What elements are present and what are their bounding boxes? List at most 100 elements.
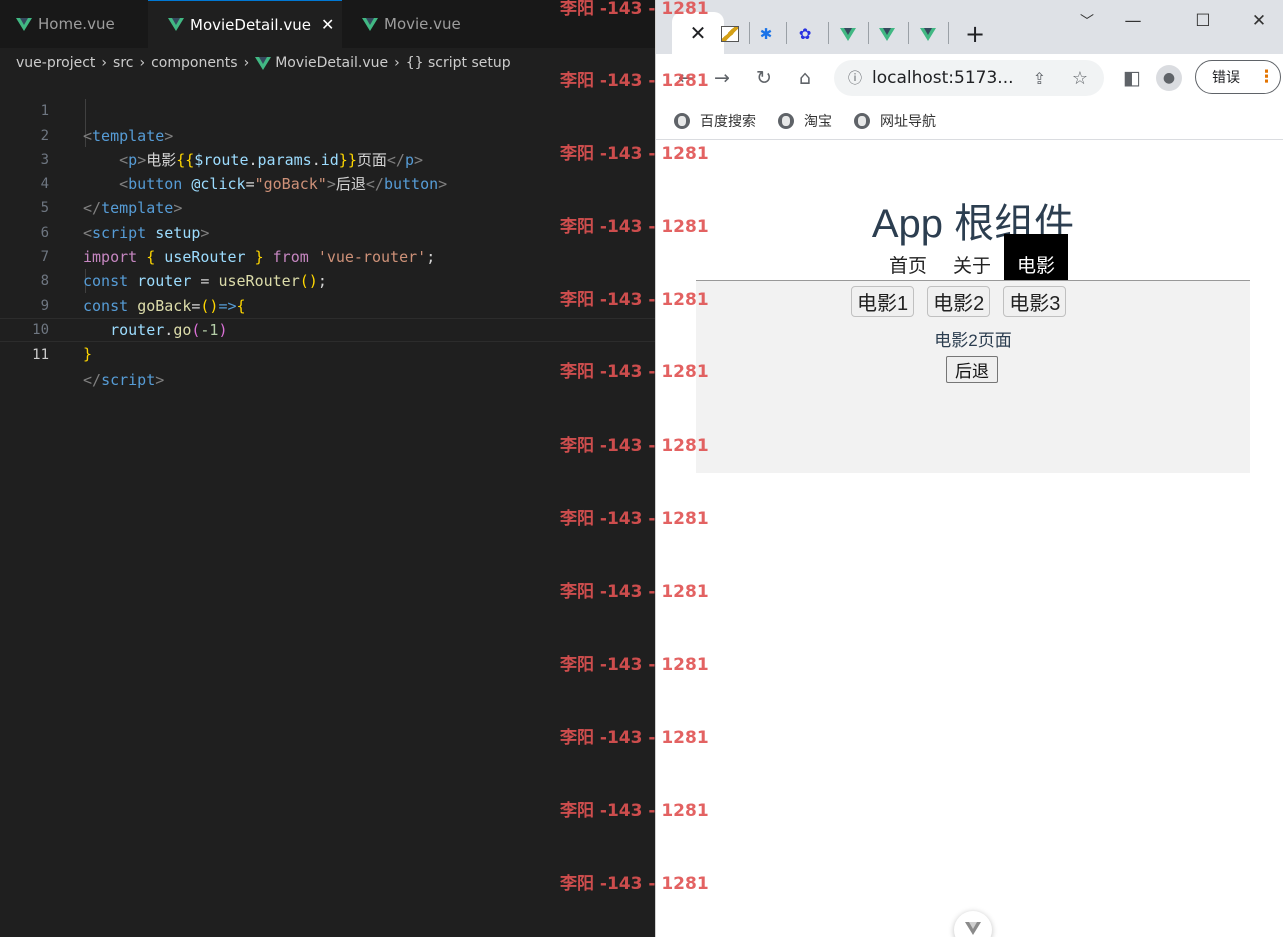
minimize-button[interactable]: —	[1118, 6, 1148, 36]
vue-favicon-icon	[840, 27, 856, 41]
tab-separator	[948, 22, 949, 44]
breadcrumb-item[interactable]: src	[113, 55, 133, 71]
bookmarks-bar: 百度搜索 淘宝 网址导航	[656, 102, 1283, 140]
breadcrumb-item[interactable]: components	[151, 55, 238, 71]
editor-tab-bar: Home.vue MovieDetail.vue ✕ Movie.vue	[0, 0, 655, 48]
code-line: 8 const goBack=()=>{	[0, 245, 655, 314]
editor-tab-label: Home.vue	[38, 15, 115, 33]
vue-devtools-icon	[965, 922, 981, 935]
code-line-current: 11 </script>	[0, 317, 655, 389]
tab-separator	[749, 22, 750, 44]
chevron-right-icon: ›	[101, 55, 108, 71]
side-panel-icon[interactable]: ◧	[1118, 64, 1146, 92]
browser-tab[interactable]	[916, 22, 940, 46]
bookmark-label: 百度搜索	[700, 113, 756, 130]
editor-tab-label: MovieDetail.vue	[190, 15, 311, 34]
vue-devtools-toggle[interactable]	[954, 911, 992, 937]
tab-search-dropdown-icon[interactable]: ﹀	[1072, 6, 1102, 36]
editor-tab-moviedetail[interactable]: MovieDetail.vue ✕	[148, 0, 342, 48]
code-line: 2 <p>电影{{$route.params.id}}页面</p>	[0, 99, 655, 169]
code-line: 9 router.go(-1)	[0, 269, 655, 339]
code-line: 5 <script setup>	[0, 172, 655, 241]
vue-file-icon	[168, 18, 184, 31]
nav-link-about[interactable]: 关于	[940, 250, 1004, 282]
code-line: 1 <template>	[0, 75, 655, 144]
error-chip-label: 错误	[1212, 70, 1240, 86]
code-line: 7 const router = useRouter();	[0, 221, 655, 290]
more-menu-icon[interactable]: ⋮	[1258, 67, 1275, 87]
code-line: 3 <button @click="goBack">后退</button>	[0, 124, 655, 193]
back-arrow-icon[interactable]: ←	[672, 64, 700, 92]
vue-favicon-icon	[879, 27, 895, 41]
breadcrumb-item[interactable]: vue-project	[16, 55, 95, 71]
nav-link-movie[interactable]: 电影	[1004, 234, 1069, 282]
error-chip[interactable]: 错误 ⋮	[1195, 60, 1281, 94]
url-text: localhost:5173...	[872, 68, 1014, 88]
router-view-content: 电影1 电影2 电影3 电影2页面 后退	[696, 280, 1250, 473]
close-window-button[interactable]: ✕	[1244, 6, 1274, 36]
tab-separator	[868, 22, 869, 44]
vue-file-icon	[362, 17, 378, 31]
line-number: 11	[32, 347, 49, 364]
nav-link-home[interactable]: 首页	[876, 250, 940, 282]
movie-links: 电影1 电影2 电影3	[851, 286, 1079, 317]
browser-tab[interactable]	[836, 22, 860, 46]
vue-favicon-icon	[920, 27, 936, 41]
code-editor: Home.vue MovieDetail.vue ✕ Movie.vue vue…	[0, 0, 655, 937]
browser-tab[interactable]	[718, 22, 742, 46]
chevron-right-icon: ›	[243, 55, 250, 71]
forward-arrow-icon[interactable]: →	[708, 64, 736, 92]
address-bar[interactable]: ⓘ localhost:5173... ⇪ ☆	[834, 60, 1104, 96]
code-line: 10 }	[0, 294, 655, 363]
globe-icon	[674, 112, 690, 129]
globe-icon	[854, 112, 870, 129]
baidu-paw-favicon-icon: ✿	[798, 25, 812, 43]
chevron-right-icon: ›	[394, 55, 400, 71]
bookmark-label: 网址导航	[880, 113, 936, 130]
editor-tab-label: Movie.vue	[384, 15, 461, 33]
reload-icon[interactable]: ↻	[750, 64, 778, 92]
tab-separator	[786, 22, 787, 44]
breadcrumb-item[interactable]: MovieDetail.vue	[275, 55, 388, 71]
profile-avatar-icon[interactable]: ●	[1156, 65, 1182, 91]
editor-tab-home[interactable]: Home.vue	[16, 0, 146, 48]
movie-detail-text: 电影2页面	[934, 331, 1012, 350]
movie-link-2[interactable]: 电影2	[927, 286, 991, 317]
go-back-button[interactable]: 后退	[946, 356, 998, 383]
code-line: 6 import { useRouter } from 'vue-router'…	[0, 196, 655, 266]
bookmark-item[interactable]: 百度搜索	[674, 111, 756, 131]
main-nav: 首页 关于 电影	[876, 234, 1069, 282]
close-tab-icon[interactable]: ✕	[690, 21, 707, 45]
share-icon[interactable]: ⇪	[1033, 69, 1046, 88]
new-tab-button[interactable]: +	[963, 20, 987, 48]
browser-tab-strip: ✕ ✱ ✿ + ﹀ — ☐ ✕	[656, 0, 1283, 54]
gear-favicon-icon: ✱	[759, 25, 773, 43]
browser-tab[interactable]: ✱	[754, 22, 778, 46]
vue-file-icon	[255, 56, 272, 70]
bookmark-item[interactable]: 淘宝	[778, 111, 832, 131]
globe-icon	[778, 112, 794, 129]
browser-tab[interactable]: ✿	[793, 22, 817, 46]
browser-window: ✕ ✱ ✿ + ﹀ — ☐ ✕ ← → ↻ ⌂ ⓘ localhost:5173…	[655, 0, 1283, 937]
page-viewport: App 根组件 首页 关于 电影 电影1 电影2 电影3 电影2页面 后退	[656, 141, 1283, 937]
bookmark-item[interactable]: 网址导航	[854, 111, 936, 131]
maximize-button[interactable]: ☐	[1188, 6, 1218, 36]
code-line: 4 </template>	[0, 148, 655, 217]
vue-file-icon	[16, 17, 32, 31]
site-info-icon[interactable]: ⓘ	[848, 68, 862, 88]
breadcrumb-item[interactable]: {} script setup	[406, 55, 511, 71]
bookmark-label: 淘宝	[804, 113, 832, 130]
browser-tab-active[interactable]: ✕	[672, 12, 724, 54]
tab-separator	[908, 22, 909, 44]
picture-favicon-icon	[721, 26, 739, 42]
code-area[interactable]: 1 <template> 2 <p>电影{{$route.params.id}}…	[0, 75, 655, 389]
close-tab-icon[interactable]: ✕	[321, 15, 334, 34]
movie-link-3[interactable]: 电影3	[1003, 286, 1067, 317]
movie-link-1[interactable]: 电影1	[851, 286, 915, 317]
breadcrumb: vue-project › src › components › MovieDe…	[16, 51, 511, 75]
chevron-right-icon: ›	[139, 55, 146, 71]
bookmark-star-icon[interactable]: ☆	[1072, 68, 1088, 89]
browser-tab[interactable]	[875, 22, 899, 46]
editor-tab-movie[interactable]: Movie.vue	[362, 0, 502, 48]
home-icon[interactable]: ⌂	[791, 64, 819, 92]
